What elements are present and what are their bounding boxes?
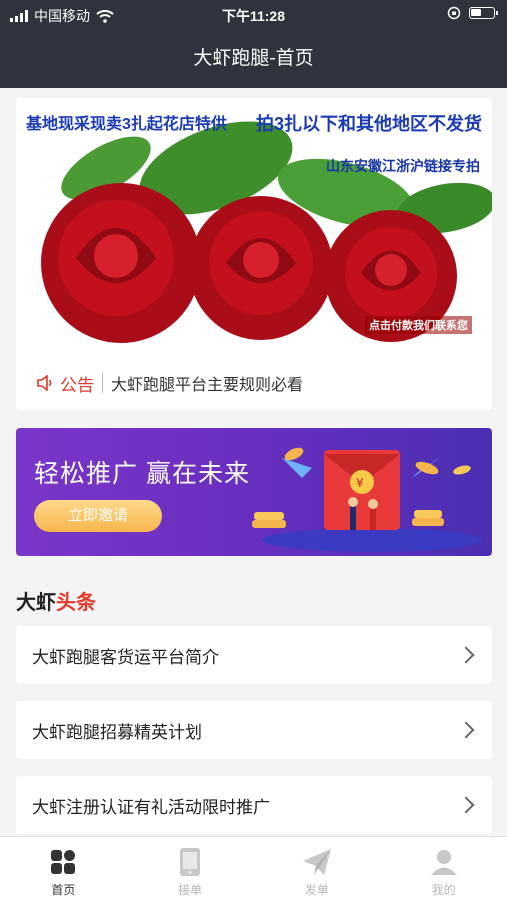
banner-text-4: 点击付款我们联系您 <box>365 316 472 334</box>
chevron-right-icon <box>457 796 475 814</box>
news-item-text: 大虾跑腿客货运平台简介 <box>32 647 219 667</box>
tab-mine[interactable]: 我的 <box>380 837 507 900</box>
notice-label: 公告 <box>60 375 94 395</box>
chevron-right-icon <box>457 646 475 664</box>
notice-bar[interactable]: 公告 大虾跑腿平台主要规则必看 <box>16 356 492 410</box>
news-item[interactable]: 大虾跑腿招募精英计划 <box>16 701 492 759</box>
banner-carousel[interactable]: 基地现采现卖3扎起花店特供 拍3扎以下和其他地区不发货 山东安徽江浙沪链接专拍 … <box>16 98 492 356</box>
speaker-icon <box>37 375 52 391</box>
tab-home[interactable]: 首页 <box>0 837 127 900</box>
phone-icon <box>179 847 201 877</box>
news-item-text: 大虾跑腿招募精英计划 <box>32 722 202 742</box>
battery-icon <box>469 7 498 19</box>
tab-send-order[interactable]: 发单 <box>254 837 381 900</box>
news-item[interactable]: 大虾跑腿客货运平台简介 <box>16 626 492 684</box>
promo-banner[interactable]: ¥ 轻松推广 赢在未来 立即邀请 <box>16 428 492 556</box>
status-right <box>447 6 498 20</box>
tab-accept-order[interactable]: 接单 <box>127 837 254 900</box>
banner-text-2: 拍3扎以下和其他地区不发货 <box>255 114 482 134</box>
section-title-part1: 大虾 <box>16 592 56 614</box>
status-bar: 中国移动 下午11:28 <box>0 0 507 30</box>
section-title-part2: 头条 <box>56 592 96 614</box>
banner-card: 基地现采现卖3扎起花店特供 拍3扎以下和其他地区不发货 山东安徽江浙沪链接专拍 … <box>16 98 492 410</box>
tab-label: 接单 <box>178 883 203 897</box>
tab-label: 首页 <box>51 883 76 897</box>
banner-text-3: 山东安徽江浙沪链接专拍 <box>326 158 480 174</box>
notice-divider <box>102 373 103 393</box>
promo-title: 轻松推广 赢在未来 <box>34 460 250 488</box>
chevron-right-icon <box>457 721 475 739</box>
banner-text-1: 基地现采现卖3扎起花店特供 <box>26 116 227 133</box>
status-time: 下午11:28 <box>221 8 286 24</box>
red-envelope-illustration: ¥ <box>252 447 482 552</box>
svg-text:¥: ¥ <box>356 476 364 490</box>
nav-bar: 大虾跑腿-首页 <box>0 30 507 88</box>
section-title: 大虾头条 <box>16 586 96 615</box>
send-icon <box>302 847 332 877</box>
user-icon <box>430 847 458 877</box>
tab-label: 发单 <box>304 883 329 897</box>
notice-text: 大虾跑腿平台主要规则必看 <box>111 377 304 394</box>
home-grid-icon <box>50 847 76 877</box>
tab-label: 我的 <box>431 883 456 897</box>
news-item-text: 大虾注册认证有礼活动限时推广 <box>32 797 270 817</box>
tab-bar: 首页 接单 发单 我的 <box>0 836 507 900</box>
news-item[interactable]: 大虾注册认证有礼活动限时推广 <box>16 776 492 834</box>
invite-button[interactable]: 立即邀请 <box>34 500 162 532</box>
page-title: 大虾跑腿-首页 <box>193 48 314 69</box>
rotation-lock-icon <box>447 6 461 20</box>
